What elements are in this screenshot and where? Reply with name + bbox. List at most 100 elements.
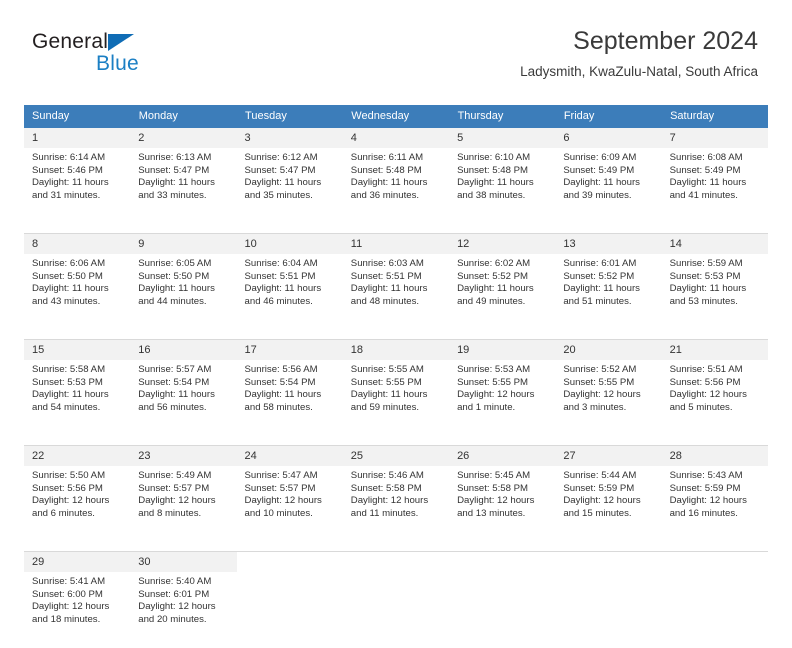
day-number[interactable]: 8 [24,233,131,254]
day-cell[interactable]: Sunrise: 6:09 AM Sunset: 5:49 PM Daylight:… [555,148,662,224]
day-number[interactable]: 23 [130,445,237,466]
sunset-text: Sunset: 5:56 PM [669,376,741,388]
daylight-text-line2: and 46 minutes. [244,295,313,307]
daylight-text-line2: and 59 minutes. [350,401,420,413]
day-number[interactable]: 21 [661,339,768,360]
day-cell[interactable]: Sunrise: 5:47 AM Sunset: 5:57 PM Daylight:… [236,466,343,542]
day-number-empty [342,551,450,572]
day-number[interactable]: 20 [555,339,662,360]
day-number[interactable]: 17 [236,339,343,360]
day-cell[interactable]: Sunrise: 5:53 AM Sunset: 5:55 PM Daylight:… [449,360,556,436]
daylight-text-line2: and 13 minutes. [457,507,526,519]
sunrise-text: Sunrise: 6:11 AM [350,152,424,163]
daylight-text-line2: and 31 minutes. [32,189,101,201]
day-number[interactable]: 13 [555,233,662,254]
day-cell[interactable]: Sunrise: 5:45 AM Sunset: 5:58 PM Daylight:… [449,466,556,542]
daylight-text-line1: Daylight: 11 hours [244,283,322,295]
daylight-text-line1: Daylight: 12 hours [138,495,216,507]
daylight-text-line2: and 16 minutes. [669,507,738,519]
week-3-daynumbers: 15 16 17 18 19 20 21 [24,339,768,360]
sunset-text: Sunset: 5:49 PM [669,164,741,176]
day-number[interactable]: 22 [24,445,131,466]
day-cell[interactable]: Sunrise: 6:02 AM Sunset: 5:52 PM Daylight:… [449,254,556,330]
day-number[interactable]: 7 [661,128,768,148]
sunrise-text: Sunrise: 5:57 AM [138,364,212,375]
day-cell[interactable]: Sunrise: 5:41 AM Sunset: 6:00 PM Daylight:… [24,572,131,648]
daylight-text-line2: and 3 minutes. [563,401,627,413]
calendar-body: 1 2 3 4 5 6 7 Sunrise: 6:14 AM Sunset: 5:… [24,128,768,648]
day-cell[interactable]: Sunrise: 5:59 AM Sunset: 5:53 PM Daylight:… [661,254,768,330]
day-number[interactable]: 15 [24,339,131,360]
day-number[interactable]: 5 [449,128,556,148]
daylight-text-line2: and 5 minutes. [669,401,733,413]
day-number[interactable]: 4 [342,128,450,148]
daylight-text-line1: Daylight: 11 hours [563,283,640,295]
day-number[interactable]: 25 [342,445,450,466]
sunrise-text: Sunrise: 6:08 AM [669,152,743,163]
day-cell[interactable]: Sunrise: 5:57 AM Sunset: 5:54 PM Daylight:… [130,360,237,436]
day-cell[interactable]: Sunrise: 6:04 AM Sunset: 5:51 PM Daylight:… [236,254,343,330]
day-cell[interactable]: Sunrise: 6:08 AM Sunset: 5:49 PM Daylight:… [661,148,768,224]
day-number[interactable]: 19 [449,339,556,360]
day-number[interactable]: 16 [130,339,237,360]
day-cell[interactable]: Sunrise: 5:55 AM Sunset: 5:55 PM Daylight:… [342,360,450,436]
day-cell[interactable]: Sunrise: 5:56 AM Sunset: 5:54 PM Daylight:… [236,360,343,436]
day-cell[interactable]: Sunrise: 5:44 AM Sunset: 5:59 PM Daylight:… [555,466,662,542]
day-cell[interactable]: Sunrise: 6:03 AM Sunset: 5:51 PM Daylight:… [342,254,450,330]
day-cell[interactable]: Sunrise: 6:14 AM Sunset: 5:46 PM Daylight:… [24,148,131,224]
daylight-text-line2: and 56 minutes. [138,401,207,413]
daylight-text-line2: and 20 minutes. [138,613,207,625]
daylight-text-line1: Daylight: 11 hours [669,283,747,295]
day-cell[interactable]: Sunrise: 5:52 AM Sunset: 5:55 PM Daylight:… [555,360,662,436]
general-blue-logo[interactable]: General Blue [32,30,212,86]
day-cell[interactable]: Sunrise: 6:01 AM Sunset: 5:52 PM Daylight:… [555,254,662,330]
logo-word-blue: Blue [96,52,139,75]
day-number[interactable]: 3 [236,128,343,148]
page-header: General Blue September 2024 Ladysmith, K… [24,26,768,90]
weekday-header-saturday: Saturday [661,105,769,128]
day-number[interactable]: 14 [661,233,768,254]
day-cell-empty [555,572,662,648]
day-cell[interactable]: Sunrise: 6:11 AM Sunset: 5:48 PM Daylight:… [342,148,450,224]
day-number[interactable]: 24 [236,445,343,466]
daylight-text-line2: and 38 minutes. [457,189,526,201]
week-1-daynumbers: 1 2 3 4 5 6 7 [24,128,768,148]
day-number[interactable]: 9 [130,233,237,254]
day-number-empty [236,551,343,572]
day-cell-empty [661,572,768,648]
day-cell[interactable]: Sunrise: 5:50 AM Sunset: 5:56 PM Daylight:… [24,466,131,542]
day-cell[interactable]: Sunrise: 5:51 AM Sunset: 5:56 PM Daylight:… [661,360,768,436]
weekday-header-thursday: Thursday [449,105,556,128]
day-number[interactable]: 30 [130,551,237,572]
day-cell[interactable]: Sunrise: 5:58 AM Sunset: 5:53 PM Daylight:… [24,360,131,436]
day-cell[interactable]: Sunrise: 6:13 AM Sunset: 5:47 PM Daylight:… [130,148,237,224]
day-cell[interactable]: Sunrise: 6:06 AM Sunset: 5:50 PM Daylight:… [24,254,131,330]
day-cell[interactable]: Sunrise: 5:49 AM Sunset: 5:57 PM Daylight:… [130,466,237,542]
day-number[interactable]: 11 [342,233,450,254]
day-cell[interactable]: Sunrise: 5:43 AM Sunset: 5:59 PM Daylight:… [661,466,768,542]
day-cell[interactable]: Sunrise: 6:05 AM Sunset: 5:50 PM Daylight:… [130,254,237,330]
day-cell-empty [236,572,343,648]
daylight-text-line2: and 11 minutes. [350,507,419,519]
day-number[interactable]: 29 [24,551,131,572]
sunset-text: Sunset: 6:01 PM [138,588,210,600]
sunset-text: Sunset: 5:50 PM [32,270,103,282]
day-number[interactable]: 26 [449,445,556,466]
day-cell[interactable]: Sunrise: 5:40 AM Sunset: 6:01 PM Daylight:… [130,572,237,648]
day-number-empty [555,551,662,572]
day-number[interactable]: 1 [24,128,131,148]
sunset-text: Sunset: 5:55 PM [457,376,528,388]
day-number[interactable]: 27 [555,445,662,466]
day-number[interactable]: 10 [236,233,343,254]
day-number[interactable]: 28 [661,445,768,466]
sunrise-text: Sunrise: 5:40 AM [138,576,212,587]
daylight-text-line1: Daylight: 12 hours [563,389,641,401]
day-cell[interactable]: Sunrise: 5:46 AM Sunset: 5:58 PM Daylight:… [342,466,450,542]
day-number[interactable]: 6 [555,128,662,148]
day-cell[interactable]: Sunrise: 6:12 AM Sunset: 5:47 PM Daylight:… [236,148,343,224]
day-number[interactable]: 12 [449,233,556,254]
daylight-text-line2: and 6 minutes. [32,507,95,519]
day-number[interactable]: 2 [130,128,237,148]
day-number[interactable]: 18 [342,339,450,360]
day-cell[interactable]: Sunrise: 6:10 AM Sunset: 5:48 PM Daylight:… [449,148,556,224]
